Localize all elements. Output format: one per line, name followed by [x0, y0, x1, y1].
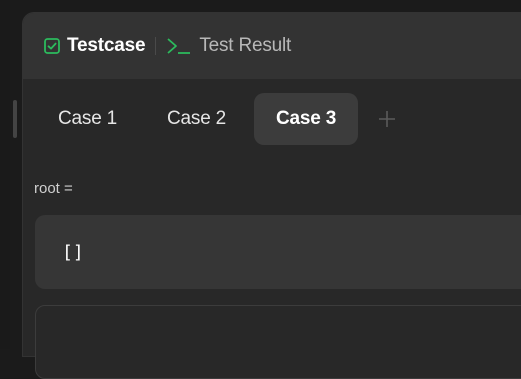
checkbox-icon [44, 38, 60, 54]
variable-label: root = [34, 180, 73, 197]
testcase-input[interactable]: [] [35, 215, 521, 289]
tab-testcase[interactable]: Testcase [44, 34, 146, 58]
left-edge [0, 0, 10, 349]
tab-case-2[interactable]: Case 2 [145, 93, 248, 145]
panel-header: Testcase Test Result [23, 13, 521, 79]
tab-test-result-label: Test Result [199, 35, 292, 56]
tab-case-3[interactable]: Case 3 [254, 93, 359, 145]
header-divider [155, 37, 157, 55]
tab-case-1-label: Case 1 [58, 108, 118, 129]
tab-case-3-label: Case 3 [276, 108, 337, 129]
tab-case-1[interactable]: Case 1 [36, 93, 139, 145]
testcase-input-next[interactable] [35, 305, 521, 379]
case-tabs: Case 1 Case 2 Case 3 [36, 93, 396, 145]
tab-test-result[interactable]: Test Result [166, 34, 291, 58]
tab-case-2-label: Case 2 [167, 108, 227, 129]
testcase-input-value: [] [62, 241, 84, 263]
tab-testcase-label: Testcase [67, 35, 146, 56]
plus-icon[interactable] [378, 110, 396, 128]
resize-handle[interactable] [13, 100, 17, 138]
terminal-icon [167, 38, 191, 54]
